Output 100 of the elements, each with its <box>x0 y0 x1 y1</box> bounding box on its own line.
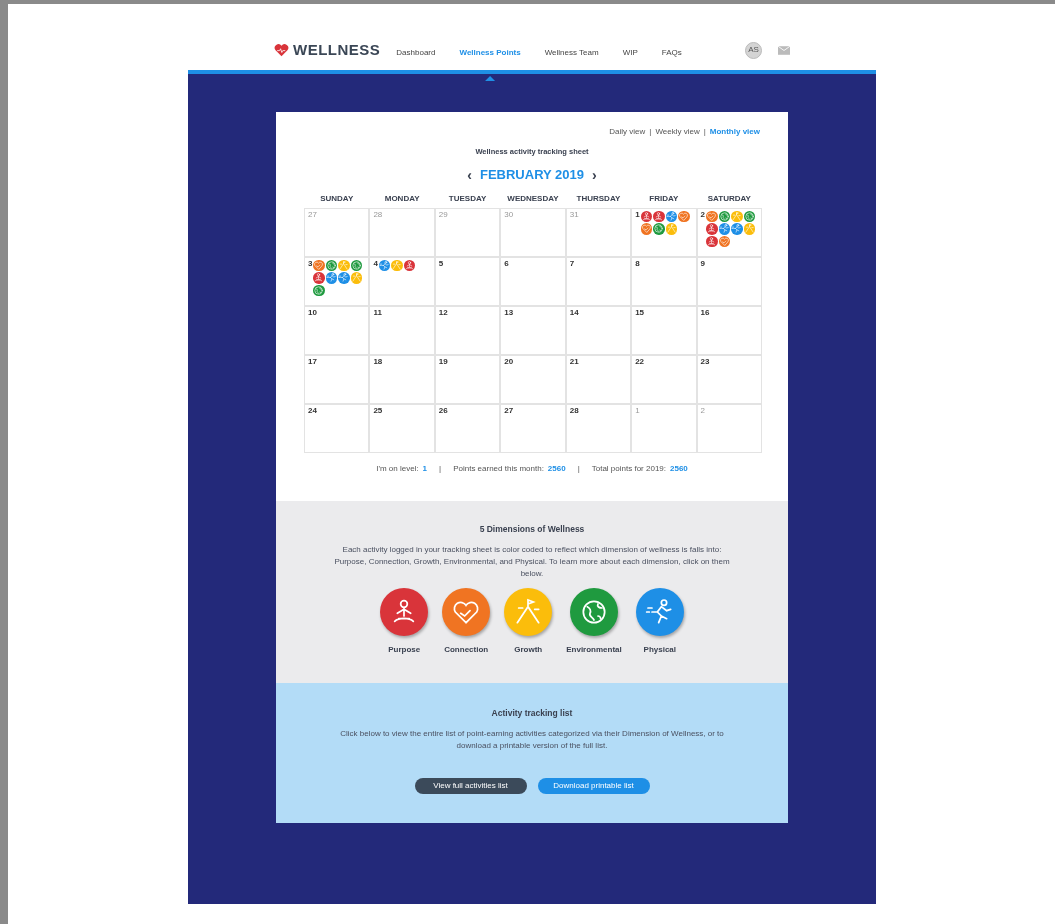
activity-dot[interactable] <box>325 272 338 284</box>
activity-dot[interactable] <box>640 223 653 235</box>
day-number: 28 <box>569 406 579 415</box>
day-number: 24 <box>308 406 317 415</box>
calendar-day[interactable]: 22 <box>631 354 697 404</box>
activity-dot[interactable] <box>653 223 665 235</box>
section-title: Activity tracking list <box>490 706 574 720</box>
day-number: 8 <box>635 259 640 268</box>
activity-dot[interactable] <box>325 259 338 272</box>
calendar-day[interactable]: 15 <box>631 305 697 355</box>
activity-dot[interactable] <box>653 210 665 223</box>
calendar-day[interactable]: 21 <box>565 354 632 404</box>
calendar-day[interactable]: 27 <box>500 403 566 453</box>
user-avatar[interactable]: AS <box>745 41 762 59</box>
mail-icon[interactable] <box>778 45 790 55</box>
activity-dot[interactable] <box>731 210 743 223</box>
day-number: 6 <box>504 259 509 268</box>
previous-month-button[interactable]: ‹ <box>467 168 472 182</box>
calendar-day[interactable]: 7 <box>565 256 632 306</box>
activity-dot[interactable] <box>640 210 653 223</box>
view-link[interactable]: Daily view <box>609 126 646 138</box>
calendar-day[interactable]: 10 <box>304 305 370 355</box>
nav-link[interactable]: FAQs <box>661 48 682 57</box>
dimension-label: Connection <box>444 643 489 656</box>
activity-dot[interactable] <box>706 210 718 223</box>
separator: | <box>439 462 442 475</box>
nav-link[interactable]: Dashboard <box>396 48 436 57</box>
activity-dot[interactable] <box>313 259 325 272</box>
activity-dot[interactable] <box>313 284 325 297</box>
calendar-day[interactable]: 9 <box>696 256 762 306</box>
activity-dot[interactable] <box>338 259 350 272</box>
activity-dot[interactable] <box>665 210 678 223</box>
calendar-day[interactable]: 25 <box>369 403 435 453</box>
next-month-button[interactable]: › <box>592 168 597 182</box>
day-number: 29 <box>438 210 448 219</box>
calendar-day[interactable]: 8 <box>631 256 697 306</box>
calendar-day[interactable]: 20 <box>500 354 566 404</box>
calendar-day[interactable]: 28 <box>565 403 632 453</box>
activity-dot[interactable] <box>718 223 730 235</box>
calendar-day[interactable]: 13 <box>500 305 566 355</box>
calendar-day[interactable]: 1 <box>631 207 697 257</box>
activity-dot[interactable] <box>743 210 755 223</box>
activity-dot[interactable] <box>706 235 718 248</box>
nav-link[interactable]: WIP <box>622 48 638 57</box>
activity-dot[interactable] <box>403 259 416 272</box>
month-title: FEBRUARY 2019 <box>479 166 584 185</box>
calendar-day[interactable]: 26 <box>434 403 501 453</box>
calendar-day[interactable]: 19 <box>434 354 501 404</box>
day-number: 26 <box>438 406 448 415</box>
activity-dot[interactable] <box>665 223 678 235</box>
calendar-day[interactable]: 23 <box>696 354 762 404</box>
nav-link[interactable]: Wellness Team <box>544 48 599 57</box>
view-link[interactable]: Weekly view <box>655 126 700 138</box>
calendar-day[interactable]: 12 <box>434 305 501 355</box>
day-number: 27 <box>504 406 514 415</box>
activity-dot[interactable] <box>350 272 363 284</box>
activity-dot[interactable] <box>391 259 403 272</box>
calendar-day[interactable]: 3 <box>304 256 370 306</box>
action-button[interactable]: View full activities list <box>414 777 527 794</box>
activity-dot[interactable] <box>718 235 730 248</box>
view-link[interactable]: Monthly view <box>709 126 760 138</box>
dimension-button[interactable] <box>570 587 618 636</box>
dimension-button[interactable] <box>442 587 491 636</box>
weekday-header: MONDAY <box>383 192 421 205</box>
activity-dot[interactable] <box>313 272 325 284</box>
day-number: 10 <box>308 308 317 317</box>
dimension-button[interactable] <box>635 587 684 636</box>
heart-logo-icon <box>274 43 289 57</box>
stat-label: I'm on level: <box>376 462 419 475</box>
calendar-day[interactable]: 16 <box>696 305 762 355</box>
day-number: 17 <box>308 357 317 366</box>
dimension-label: Physical <box>643 643 676 656</box>
weekday-header: TUESDAY <box>447 192 488 205</box>
calendar-day[interactable]: 24 <box>304 403 370 453</box>
calendar-day[interactable]: 2 <box>696 207 762 257</box>
section-title: 5 Dimensions of Wellness <box>478 522 586 536</box>
day-number: 23 <box>700 357 710 366</box>
dimension-label: Purpose <box>388 643 421 656</box>
day-number: 11 <box>373 308 382 317</box>
calendar-day[interactable]: 18 <box>369 354 435 404</box>
activity-dot[interactable] <box>718 210 730 223</box>
activity-dot[interactable] <box>706 223 718 235</box>
activity-dot[interactable] <box>731 223 743 235</box>
activity-dot[interactable] <box>378 259 391 272</box>
day-number: 30 <box>504 210 514 219</box>
activity-dot[interactable] <box>338 272 350 284</box>
day-number: 14 <box>569 308 579 317</box>
day-number: 27 <box>308 210 317 219</box>
activity-dot[interactable] <box>678 210 690 223</box>
calendar-day[interactable]: 5 <box>434 256 501 306</box>
calendar-day[interactable]: 4 <box>369 256 435 306</box>
calendar-day[interactable]: 11 <box>369 305 435 355</box>
activity-dot[interactable] <box>350 259 363 272</box>
calendar-day[interactable]: 6 <box>500 256 566 306</box>
dimension-button[interactable] <box>380 587 429 636</box>
calendar-day[interactable]: 14 <box>565 305 632 355</box>
activity-dot[interactable] <box>743 223 755 235</box>
calendar-day[interactable]: 17 <box>304 354 370 404</box>
nav-link[interactable]: Wellness Points <box>459 48 521 57</box>
day-number: 5 <box>438 259 444 268</box>
